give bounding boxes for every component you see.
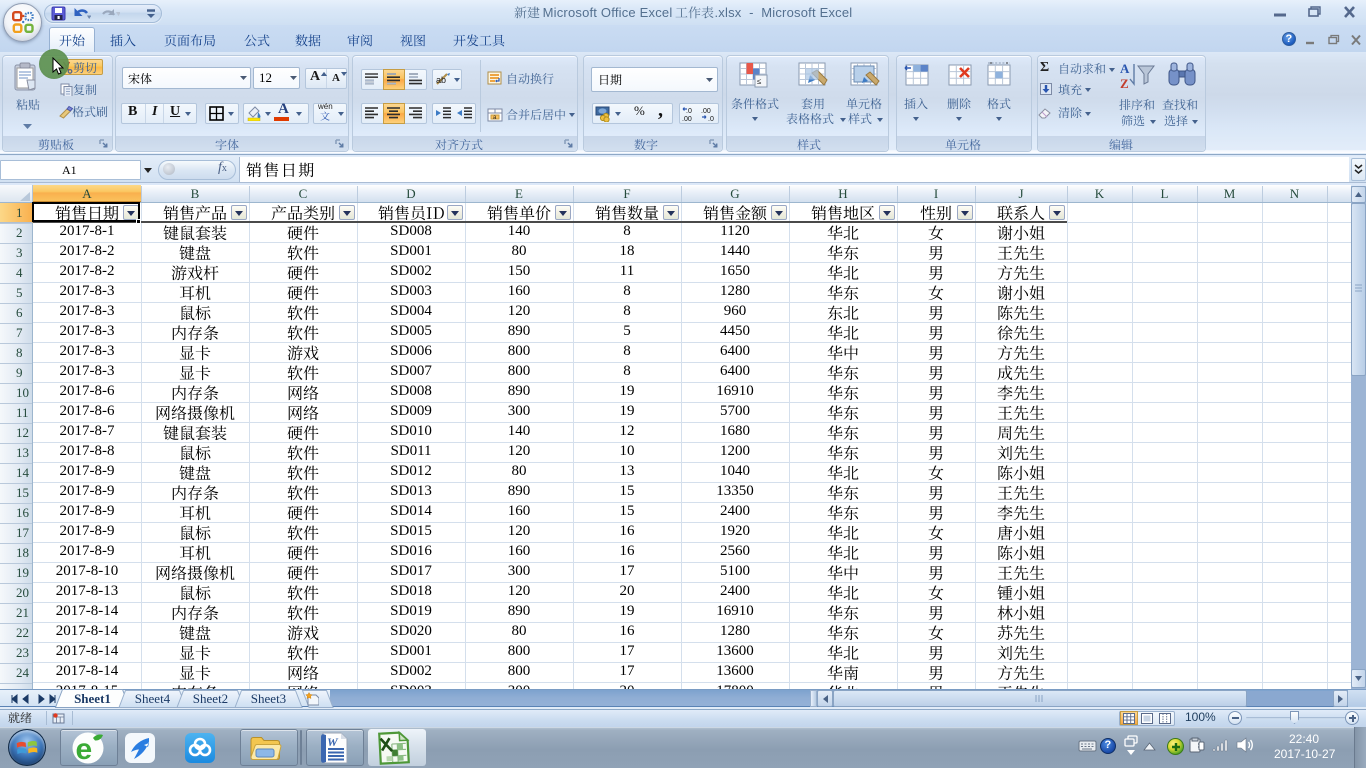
svg-text:W: W	[327, 735, 339, 749]
svg-text:e: e	[76, 733, 93, 765]
